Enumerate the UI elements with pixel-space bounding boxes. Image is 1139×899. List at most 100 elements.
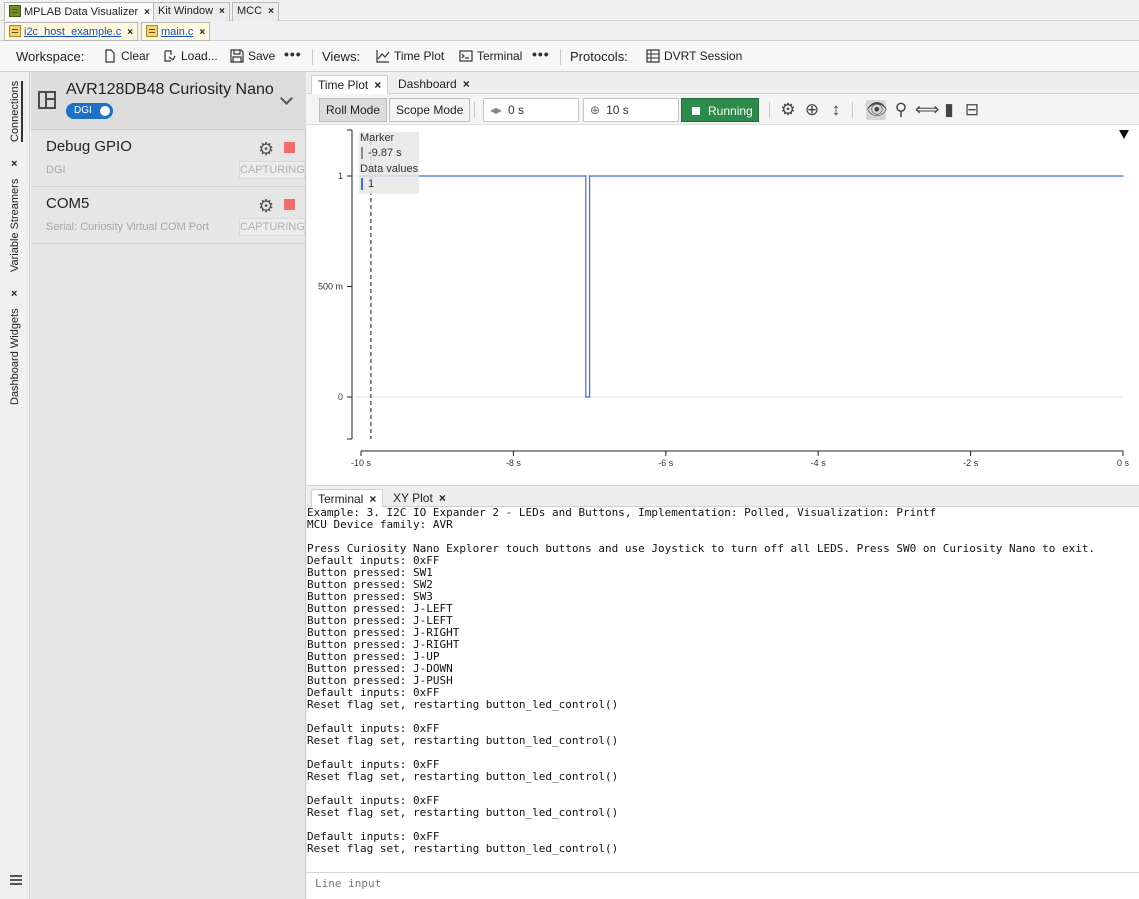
time-plot-canvas[interactable]: 1 500 m 0 -10 s -8 s -6 s -4 s -2 s 0 s Marker -… <box>307 125 1139 482</box>
terminal-icon <box>459 50 473 62</box>
data-point <box>1122 175 1124 177</box>
battery-icon[interactable]: ▮ <box>939 100 959 120</box>
time-offset-field[interactable]: ◂▸ 0 s <box>483 98 579 122</box>
close-icon[interactable]: × <box>369 492 376 506</box>
tab-dashboard-widgets[interactable]: Dashboard Widgets <box>9 308 21 405</box>
protocols-label: Protocols: <box>570 49 628 64</box>
capturing-button[interactable]: CAPTURING <box>239 161 305 179</box>
save-label: Save <box>248 49 276 63</box>
chevron-down-icon[interactable] <box>280 92 293 105</box>
time-span-value: 10 s <box>606 103 629 117</box>
line-input-bar <box>307 872 1139 896</box>
gear-icon[interactable]: ⚙ <box>258 196 274 217</box>
running-label: Running <box>708 104 753 118</box>
more-icon[interactable]: ••• <box>284 46 302 62</box>
menu-icon[interactable] <box>10 875 22 885</box>
time-plot-button[interactable]: Time Plot <box>376 49 444 63</box>
gear-icon[interactable]: ⚙ <box>258 139 274 160</box>
tab-time-plot[interactable]: Time Plot × <box>311 75 389 94</box>
device-header: AVR128DB48 Curiosity Nano DGI <box>31 72 306 130</box>
archive-download-icon[interactable]: ⊟ <box>962 100 982 120</box>
data-point <box>589 396 591 398</box>
terminal-button[interactable]: Terminal <box>459 49 522 63</box>
time-span-field[interactable]: ⊕ 10 s <box>583 98 679 122</box>
dvrt-session-label: DVRT Session <box>664 49 743 63</box>
stream-name: Debug GPIO <box>46 138 132 155</box>
stream-name: COM5 <box>46 195 90 212</box>
close-icon[interactable]: × <box>463 77 470 91</box>
close-icon[interactable]: × <box>11 158 17 170</box>
tab-label: MCC <box>237 5 263 17</box>
scope-mode-button[interactable]: Scope Mode <box>389 98 471 122</box>
tab-variable-streamers[interactable]: Variable Streamers <box>9 179 21 272</box>
file-tab-bar: i2c_host_example.c × main.c × <box>0 21 1139 41</box>
tab-label: Time Plot <box>318 78 369 92</box>
close-icon[interactable]: × <box>268 6 274 17</box>
running-button[interactable]: Running <box>681 98 759 122</box>
main-area: Time Plot × Dashboard × Roll Mode Scope Mo… <box>307 72 1139 899</box>
toolbar-divider <box>852 102 853 118</box>
stop-square-icon <box>692 107 700 115</box>
tab-mcc[interactable]: MCC × <box>232 2 279 21</box>
clear-button[interactable]: Clear <box>103 49 150 63</box>
time-plot-svg[interactable]: 1 500 m 0 -10 s -8 s -6 s -4 s -2 s 0 s <box>307 125 1139 482</box>
stream-source: Serial: Curiosity Virtual COM Port <box>46 221 210 233</box>
x-tick-label: -8 s <box>506 458 522 468</box>
tab-connections[interactable]: Connections <box>9 80 23 142</box>
x-tick-label: -6 s <box>658 458 674 468</box>
views-label: Views: <box>322 49 361 64</box>
terminal-line: Reset flag set, restarting button_led_co… <box>307 806 619 819</box>
close-icon[interactable]: × <box>127 27 133 38</box>
data-point <box>589 175 591 177</box>
line-input-field[interactable] <box>315 877 1115 890</box>
close-icon[interactable]: × <box>219 6 225 17</box>
stop-icon[interactable] <box>284 199 295 210</box>
dropdown-triangle-icon[interactable] <box>1119 130 1129 139</box>
tab-xy-plot[interactable]: XY Plot × <box>387 489 452 508</box>
fit-width-icon[interactable]: ⟺ <box>915 100 939 120</box>
tab-i2c-host-example[interactable]: i2c_host_example.c × <box>4 22 139 41</box>
table-icon <box>646 49 660 63</box>
dgi-toggle[interactable]: DGI <box>66 103 113 119</box>
close-icon[interactable]: × <box>144 7 150 18</box>
ide-tab-bar: MPLAB Data Visualizer × Kit Window × MCC × <box>0 0 1139 21</box>
vertical-resize-icon[interactable]: ↕ <box>826 100 846 120</box>
x-tick-label: -2 s <box>963 458 979 468</box>
tab-label: XY Plot <box>393 491 433 505</box>
stream-com5: COM5 Serial: Curiosity Virtual COM Port … <box>31 187 306 244</box>
tab-kit-window[interactable]: Kit Window × <box>153 2 230 21</box>
terminal-output[interactable]: Example: 3. I2C IO Expander 2 - LEDs and… <box>307 507 1139 872</box>
close-icon[interactable]: × <box>11 288 17 300</box>
dvrt-session-button[interactable]: DVRT Session <box>646 49 742 63</box>
x-tick-label: 0 s <box>1117 458 1130 468</box>
close-icon[interactable]: × <box>439 491 446 505</box>
marker-label: Marker <box>360 132 395 144</box>
location-pin-icon[interactable]: ⚲ <box>891 100 911 120</box>
tab-dashboard[interactable]: Dashboard × <box>392 75 476 94</box>
capturing-button[interactable]: CAPTURING <box>239 218 305 236</box>
toolbar-divider <box>312 49 313 65</box>
more-icon[interactable]: ••• <box>532 46 550 62</box>
stream-source: DGI <box>46 164 66 176</box>
tab-terminal[interactable]: Terminal × <box>311 489 384 508</box>
board-icon <box>38 91 56 109</box>
tab-main-c[interactable]: main.c × <box>141 22 211 41</box>
roll-mode-button[interactable]: Roll Mode <box>319 98 388 122</box>
toolbar-divider <box>474 102 475 118</box>
pan-icon: ◂▸ <box>490 103 503 117</box>
save-button[interactable]: Save <box>230 49 275 63</box>
close-icon[interactable]: × <box>374 78 381 92</box>
marker-tooltip: Marker -9.87 s Data values 1 <box>359 132 419 194</box>
tab-label: main.c <box>161 26 194 38</box>
load-button[interactable]: Load... <box>163 49 218 63</box>
tab-label: MPLAB Data Visualizer <box>24 6 139 18</box>
add-circle-icon[interactable]: ⊕ <box>802 100 822 120</box>
tab-mplab-data-visualizer[interactable]: MPLAB Data Visualizer × <box>4 2 155 21</box>
marker-data-value: 1 <box>361 178 374 190</box>
stop-icon[interactable] <box>284 142 295 153</box>
data-visualizer-icon <box>9 5 21 17</box>
eye-icon[interactable]: 👁 <box>866 100 888 120</box>
close-icon[interactable]: × <box>199 27 205 38</box>
terminal-line: Reset flag set, restarting button_led_co… <box>307 842 619 855</box>
gear-icon[interactable]: ⚙ <box>778 100 798 120</box>
